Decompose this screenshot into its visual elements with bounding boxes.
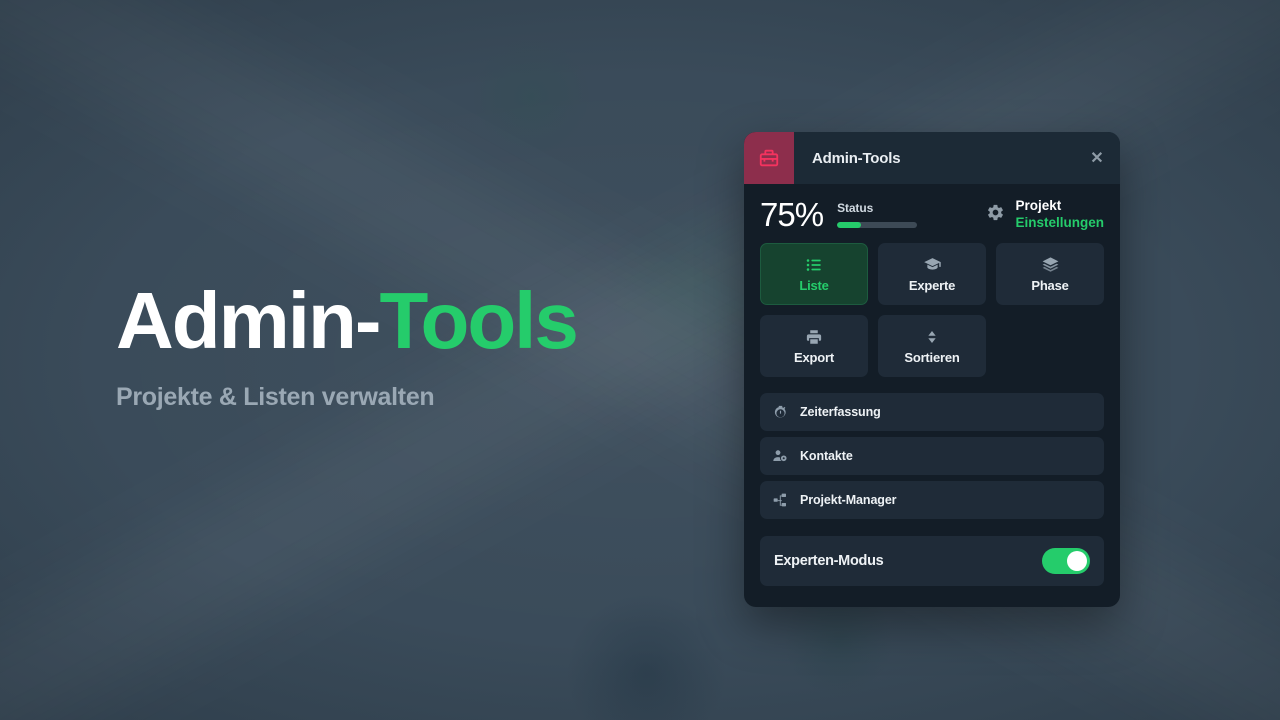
status-block: Status <box>837 201 929 228</box>
action-tile-label: Phase <box>1031 278 1069 293</box>
sort-arrows-icon <box>924 328 940 346</box>
list-item-zeiterfassung[interactable]: Zeiterfassung <box>760 393 1104 431</box>
admin-tools-panel: Admin-Tools ✕ 75% Status Projekt Einstel… <box>744 132 1120 607</box>
list-item-label: Kontakte <box>800 449 853 463</box>
contacts-icon <box>772 448 788 464</box>
page-title-plain: Admin- <box>116 276 382 365</box>
action-tile-liste[interactable]: Liste <box>760 243 868 305</box>
list-item-label: Zeiterfassung <box>800 405 881 419</box>
experten-modus-label: Experten-Modus <box>774 553 884 569</box>
page-subtitle: Projekte & Listen verwalten <box>116 383 435 411</box>
progress-percent: 75% <box>760 196 824 233</box>
action-grid: Liste Experte Phase Export Sortieren <box>744 243 1120 377</box>
progress-bar <box>837 222 918 228</box>
action-tile-label: Experte <box>908 278 956 293</box>
project-settings-line2: Einstellungen <box>1015 214 1104 230</box>
panel-header: Admin-Tools ✕ <box>744 132 1120 184</box>
toggle-knob <box>1067 551 1087 571</box>
list-item-kontakte[interactable]: Kontakte <box>760 437 1104 475</box>
status-label: Status <box>837 201 874 215</box>
action-tile-label: Liste <box>799 277 829 293</box>
sitemap-icon <box>772 492 788 508</box>
layers-icon <box>1041 255 1060 274</box>
page-title-accent: Tools <box>379 276 579 365</box>
graduation-cap-icon <box>923 255 942 274</box>
action-tile-label: Export <box>794 349 834 365</box>
action-tile-sortieren[interactable]: Sortieren <box>878 315 986 377</box>
status-strip: 75% Status Projekt Einstellungen <box>744 184 1120 243</box>
experten-modus-toggle[interactable] <box>1042 548 1090 574</box>
action-tile-phase[interactable]: Phase <box>996 243 1104 305</box>
list-item-label: Projekt-Manager <box>800 493 897 507</box>
stopwatch-icon <box>772 405 788 420</box>
list-icon <box>805 256 823 274</box>
project-settings-text: Projekt Einstellungen <box>1015 198 1104 231</box>
action-tile-export[interactable]: Export <box>760 315 868 377</box>
action-tile-experte[interactable]: Experte <box>878 243 986 305</box>
close-icon[interactable]: ✕ <box>1074 132 1120 184</box>
progress-bar-fill <box>837 222 862 228</box>
hero-section: Admin-Tools Projekte & Listen verwalten <box>116 281 676 412</box>
toolbox-icon <box>744 132 794 184</box>
list-item-projekt-manager[interactable]: Projekt-Manager <box>760 481 1104 519</box>
project-settings-line1: Projekt <box>1015 198 1062 214</box>
project-settings-button[interactable]: Projekt Einstellungen <box>986 198 1104 231</box>
action-tile-label: Sortieren <box>904 349 960 365</box>
page-title: Admin-Tools <box>116 281 676 361</box>
gear-icon <box>986 203 1005 227</box>
printer-icon <box>805 328 823 346</box>
panel-title: Admin-Tools <box>812 149 901 167</box>
experten-modus-row: Experten-Modus <box>760 536 1104 586</box>
tool-list: Zeiterfassung Kontakte Projekt-Manager <box>744 377 1120 519</box>
